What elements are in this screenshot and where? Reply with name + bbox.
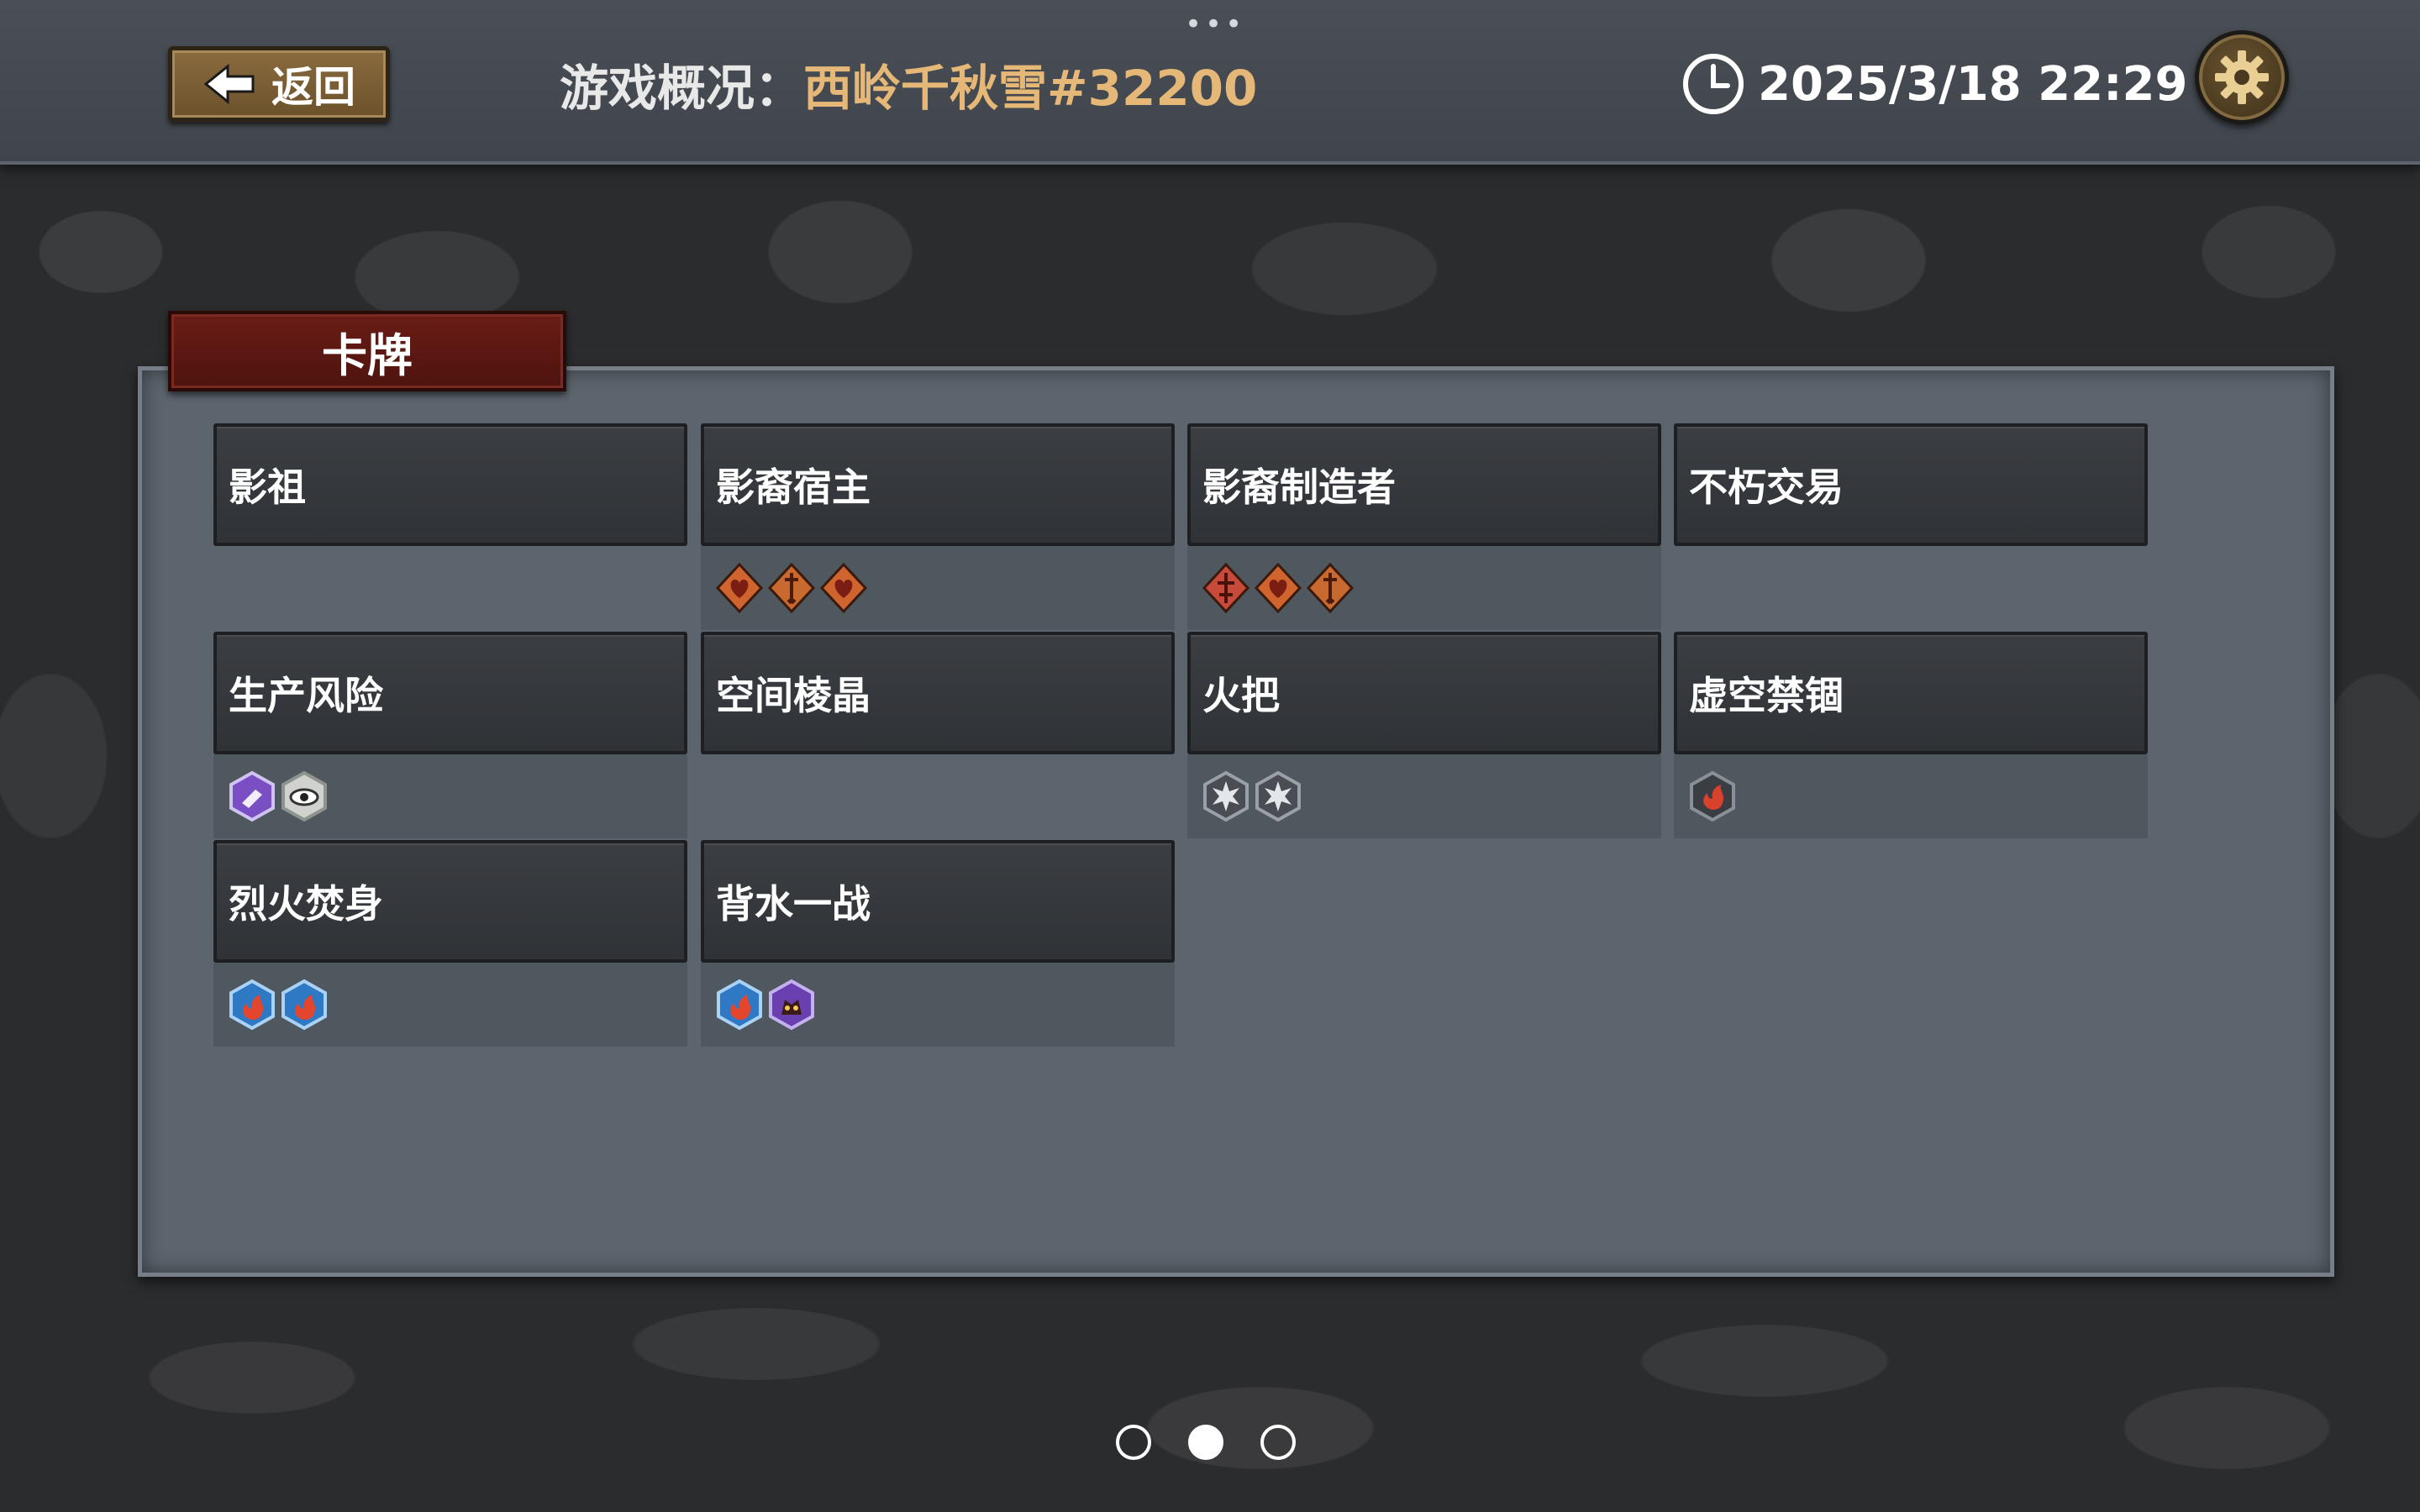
card-item[interactable]: 影裔制造者 [1187,423,1661,630]
back-button-label: 返回 [271,63,355,112]
card-item[interactable]: 背水一战 [701,840,1175,1047]
card-item[interactable]: 影祖 [213,423,687,630]
card-badges [701,754,1175,838]
card-item[interactable]: 影裔宿主 [701,423,1175,630]
eye-hex-icon [281,770,327,822]
heart-diamond-icon [819,562,868,614]
card-name[interactable]: 不朽交易 [1674,423,2148,546]
card-badges [701,963,1175,1047]
card-name[interactable]: 生产风险 [213,632,687,754]
settings-button[interactable] [2195,30,2289,124]
heart-diamond-icon [1254,562,1302,614]
purple-beast-hex-icon [769,979,814,1031]
card-item[interactable]: 生产风险 [213,632,687,838]
page-title-label: 游戏概况： [560,60,804,117]
cross-sword-diamond-icon [1202,562,1250,614]
card-name[interactable]: 影裔制造者 [1187,423,1661,546]
flame-hex-icon [1690,770,1735,822]
card-name[interactable]: 影裔宿主 [701,423,1175,546]
card-name[interactable]: 空间棱晶 [701,632,1175,754]
page-dot-2[interactable] [1188,1425,1223,1460]
spike-hex-icon [1255,770,1301,822]
section-tab-cards: 卡牌 [168,311,566,391]
fire-hex-icon [717,979,762,1031]
spike-hex-icon [1203,770,1249,822]
game-datetime: 2025/3/18 22:29 [1681,50,2187,118]
card-badges [213,963,687,1047]
card-name[interactable]: 背水一战 [701,840,1175,963]
card-name[interactable]: 烈火焚身 [213,840,687,963]
card-name[interactable]: 火把 [1187,632,1661,754]
page-indicator [1116,1425,1296,1460]
gear-icon [2215,50,2269,104]
top-bar: ••• 返回 游戏概况： 西岭千秋雪#32200 2025/3/18 22:29 [0,0,2420,165]
card-badges [1674,546,2148,630]
card-item[interactable]: 烈火焚身 [213,840,687,1047]
sword-diamond-icon [1306,562,1355,614]
sword-diamond-icon [767,562,816,614]
card-badges [213,754,687,838]
datetime-text: 2025/3/18 22:29 [1758,56,2188,112]
back-button[interactable]: 返回 [168,46,390,122]
clock-icon [1683,54,1744,114]
card-badges [1674,754,2148,838]
fire-hex-icon [281,979,327,1031]
card-badges [213,546,687,630]
more-options-icon[interactable]: ••• [1185,10,1242,39]
card-item[interactable]: 不朽交易 [1674,423,2148,630]
game-name: 西岭千秋雪#32200 [803,60,1258,117]
purple-hex-icon [229,770,275,822]
page-title: 游戏概况： 西岭千秋雪#32200 [560,50,1257,118]
card-item[interactable]: 虚空禁锢 [1674,632,2148,838]
page-dot-1[interactable] [1116,1425,1151,1460]
heart-diamond-icon [715,562,764,614]
fire-hex-icon [229,979,275,1031]
card-badges [1187,754,1661,838]
card-badges [1187,546,1661,630]
card-name[interactable]: 影祖 [213,423,687,546]
arrow-left-icon [203,63,255,105]
card-item[interactable]: 火把 [1187,632,1661,838]
card-name[interactable]: 虚空禁锢 [1674,632,2148,754]
page-dot-3[interactable] [1260,1425,1296,1460]
card-item[interactable]: 空间棱晶 [701,632,1175,838]
card-badges [701,546,1175,630]
